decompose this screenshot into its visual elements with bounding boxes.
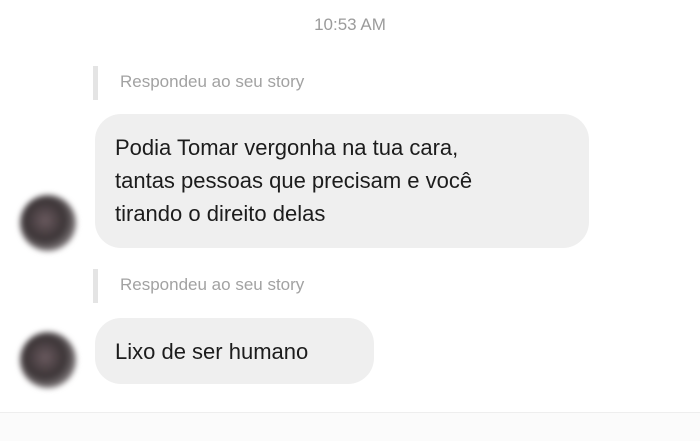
story-reply-indicator: Respondeu ao seu story — [93, 66, 304, 100]
sender-avatar[interactable] — [20, 195, 76, 251]
direct-message-thread: 10:53 AM Respondeu ao seu story Podia To… — [0, 0, 700, 441]
message-bubble[interactable]: Lixo de ser humano — [95, 318, 374, 384]
message-text-line: tirando o direito delas — [115, 201, 326, 226]
message-text-line: Lixo de ser humano — [115, 339, 309, 364]
story-reply-indicator: Respondeu ao seu story — [93, 269, 304, 303]
message-text-line: Podia Tomar vergonha na tua cara, — [115, 135, 459, 160]
message-composer[interactable] — [0, 413, 700, 441]
sender-avatar[interactable] — [20, 332, 76, 388]
message-text-line: tantas pessoas que precisam e você — [115, 168, 473, 193]
message-timestamp: 10:53 AM — [314, 15, 386, 34]
message-bubble[interactable]: Podia Tomar vergonha na tua cara, tantas… — [95, 114, 589, 248]
